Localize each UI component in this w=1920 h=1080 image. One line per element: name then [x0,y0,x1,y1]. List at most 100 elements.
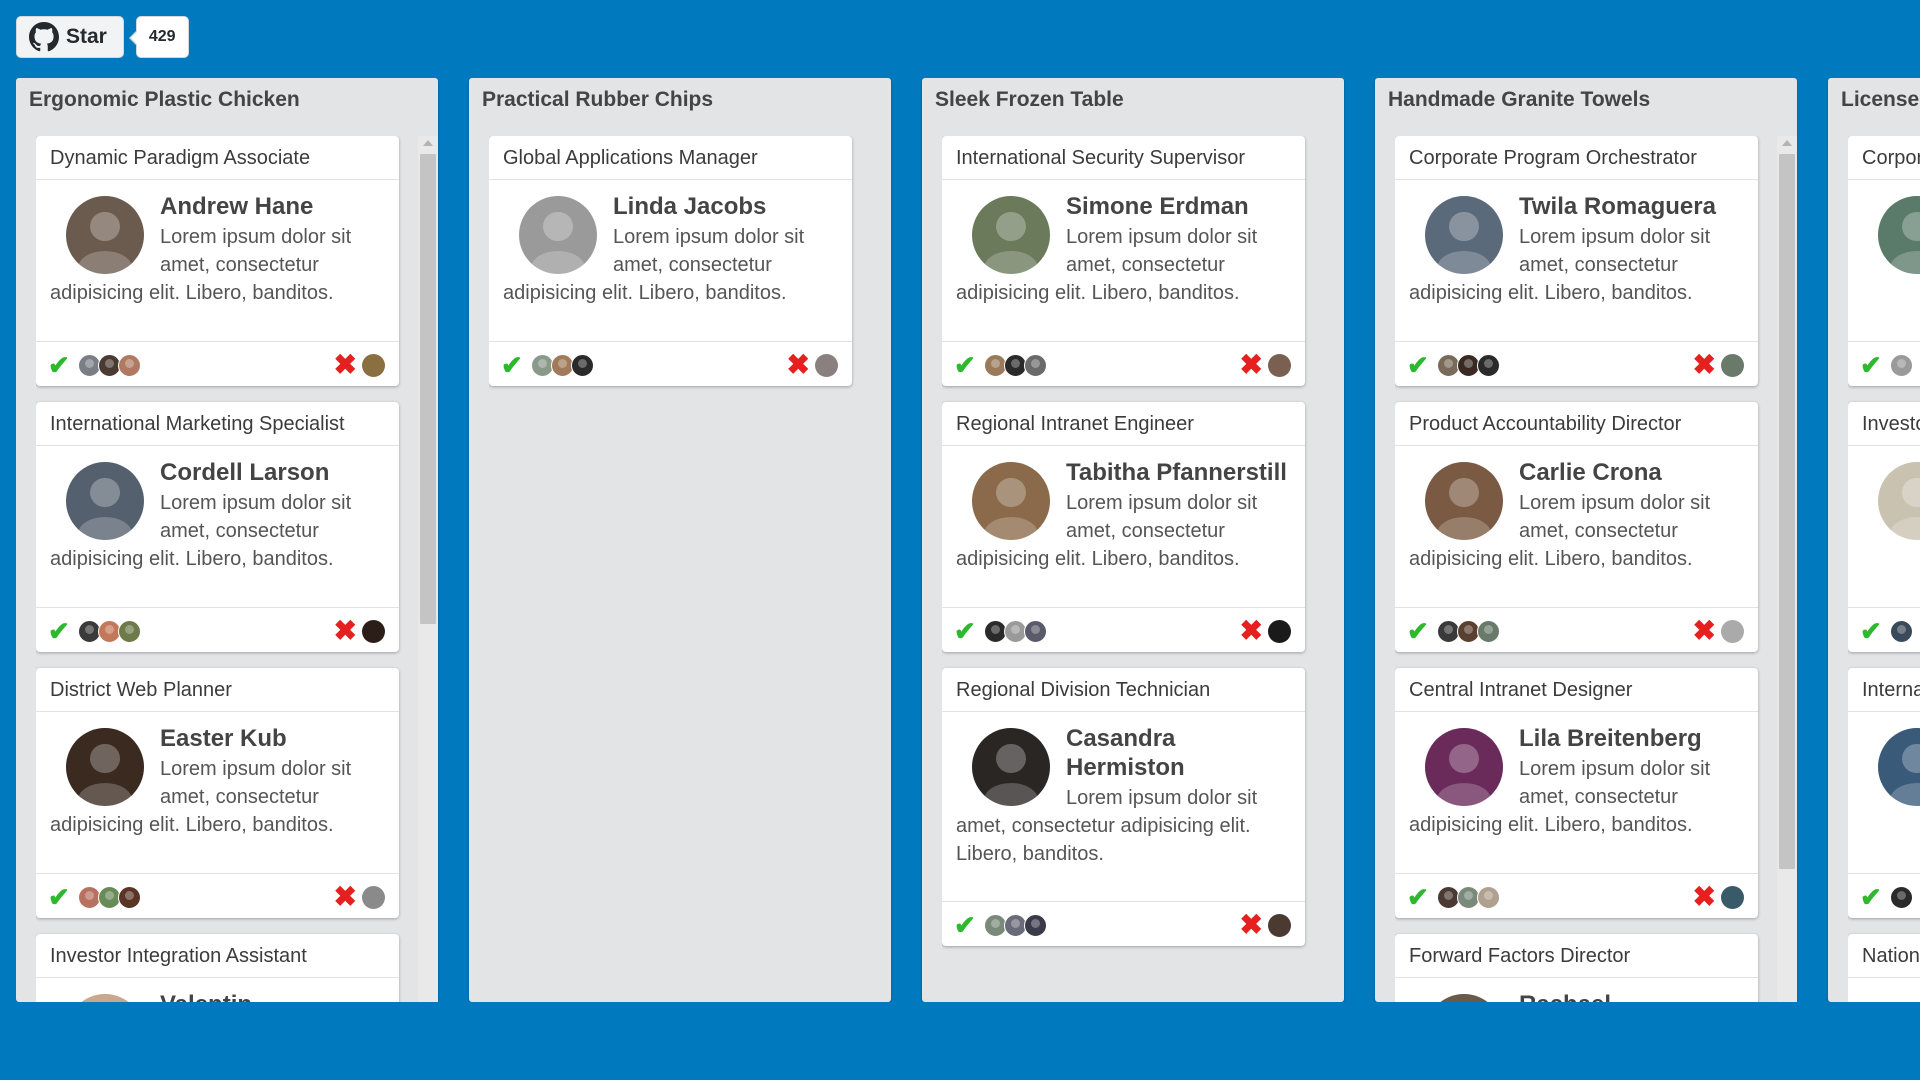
avatar [66,728,144,806]
star-label: Star [66,25,107,48]
approved-avatars [78,354,141,377]
check-icon[interactable]: ✔ [48,352,70,378]
card-footer: ✔ ✖ [942,901,1305,946]
close-icon[interactable]: ✖ [1693,351,1716,379]
avatar [66,462,144,540]
avatar [1425,196,1503,274]
check-icon[interactable]: ✔ [48,884,70,910]
check-icon[interactable]: ✔ [1860,618,1882,644]
card[interactable]: Investor Integration AssistantValentin [36,934,399,1002]
card-body: Valentin [36,978,399,1002]
close-icon[interactable]: ✖ [1240,351,1263,379]
lane-title: Ergonomic Plastic Chicken [29,88,300,111]
lane-title: Handmade Granite Towels [1388,88,1651,111]
scroll-thumb[interactable] [1779,154,1795,869]
rejected-avatar [362,886,385,909]
card[interactable]: Corporate Program Orchestrator Twila Roma… [1395,136,1758,386]
avatar [972,196,1050,274]
card[interactable]: Internationaladipisicing elit. ✔ [1848,668,1920,918]
card-body: Lila Breitenberg Lorem ipsum dolor sit am… [1395,712,1758,839]
scroll-up-arrow-icon[interactable] [423,140,433,146]
lane: Ergonomic Plastic Chicken Dynamic Paradig… [16,78,438,1002]
mini-avatar [118,886,141,909]
card-title: Central Intranet Designer [1395,668,1758,712]
card[interactable]: International Marketing Specialist Cordel… [36,402,399,652]
lane-title: Sleek Frozen Table [935,88,1124,111]
approved-avatars [1890,886,1913,909]
card[interactable]: Investoradipisicing elit. ✔ [1848,402,1920,652]
card[interactable]: Regional Intranet Engineer Tabitha Pfanne… [942,402,1305,652]
mini-avatar [1890,354,1913,377]
card-body: Rachael Rosenbaum [1395,978,1758,1002]
check-icon[interactable]: ✔ [1860,884,1882,910]
avatar [519,196,597,274]
scroll-up-arrow-icon[interactable] [1782,140,1792,146]
card[interactable]: Global Applications Manager Linda Jacobs L… [489,136,852,386]
github-star-button[interactable]: Star [16,16,124,58]
close-icon[interactable]: ✖ [1240,617,1263,645]
kanban-board: Ergonomic Plastic Chicken Dynamic Paradig… [16,78,1920,1002]
lane-scrollbar[interactable] [418,136,438,1002]
check-icon[interactable]: ✔ [1407,884,1429,910]
scroll-thumb[interactable] [420,154,436,624]
card[interactable]: National [1848,934,1920,1002]
rejected-avatar [1268,620,1291,643]
approved-avatars [78,620,141,643]
check-icon[interactable]: ✔ [1407,618,1429,644]
card-footer: ✔ [1848,873,1920,918]
lane: Practical Rubber Chips Global Application… [469,78,891,1002]
card-title: Corporate [1848,136,1920,180]
check-icon[interactable]: ✔ [1407,352,1429,378]
close-icon[interactable]: ✖ [787,351,810,379]
card[interactable]: Forward Factors DirectorRachael Rosenbau… [1395,934,1758,1002]
check-icon[interactable]: ✔ [48,618,70,644]
card[interactable]: Regional Division Technician Casandra Her… [942,668,1305,946]
avatar [972,728,1050,806]
mini-avatar [1024,354,1047,377]
mini-avatar [118,620,141,643]
rejected-avatar [1721,620,1744,643]
close-icon[interactable]: ✖ [334,617,357,645]
card[interactable]: Dynamic Paradigm Associate Andrew Hane Lor… [36,136,399,386]
approved-avatars [1437,886,1500,909]
card-body: Casandra Hermiston Lorem ipsum dolor sit … [942,712,1305,868]
card-body: Tabitha Pfannerstill Lorem ipsum dolor si… [942,446,1305,573]
mini-avatar [571,354,594,377]
card-body: Andrew Hane Lorem ipsum dolor sit amet, c… [36,180,399,307]
card-title: Investor [1848,402,1920,446]
avatar [1425,462,1503,540]
check-icon[interactable]: ✔ [501,352,523,378]
card[interactable]: Central Intranet Designer Lila Breitenber… [1395,668,1758,918]
check-icon[interactable]: ✔ [954,912,976,938]
card[interactable]: International Security Supervisor Simone … [942,136,1305,386]
close-icon[interactable]: ✖ [334,351,357,379]
avatar [972,462,1050,540]
card-footer: ✔ ✖ [36,341,399,386]
card-body: adipisicing elit. [1848,712,1920,806]
close-icon[interactable]: ✖ [334,883,357,911]
card-footer: ✔ ✖ [1395,873,1758,918]
star-count[interactable]: 429 [128,16,189,58]
card[interactable]: District Web Planner Easter Kub Lorem ipsu… [36,668,399,918]
card[interactable]: Corporateadipisicing elit. ✔ [1848,136,1920,386]
close-icon[interactable]: ✖ [1693,617,1716,645]
card-body [1848,978,1920,990]
close-icon[interactable]: ✖ [1240,911,1263,939]
approved-avatars [531,354,594,377]
rejected-avatar [815,354,838,377]
card-footer: ✔ [1848,341,1920,386]
lane-scrollbar[interactable] [1777,136,1797,1002]
close-icon[interactable]: ✖ [1693,883,1716,911]
lane: Handmade Granite Towels Corporate Program… [1375,78,1797,1002]
approved-avatars [984,914,1047,937]
lane-title: License [1841,88,1920,111]
card[interactable]: Product Accountability Director Carlie Cr… [1395,402,1758,652]
check-icon[interactable]: ✔ [954,618,976,644]
check-icon[interactable]: ✔ [954,352,976,378]
card-title: District Web Planner [36,668,399,712]
avatar [66,196,144,274]
card-footer: ✔ ✖ [489,341,852,386]
rejected-avatar [362,620,385,643]
check-icon[interactable]: ✔ [1860,352,1882,378]
lane: Sleek Frozen Table International Security… [922,78,1344,1002]
